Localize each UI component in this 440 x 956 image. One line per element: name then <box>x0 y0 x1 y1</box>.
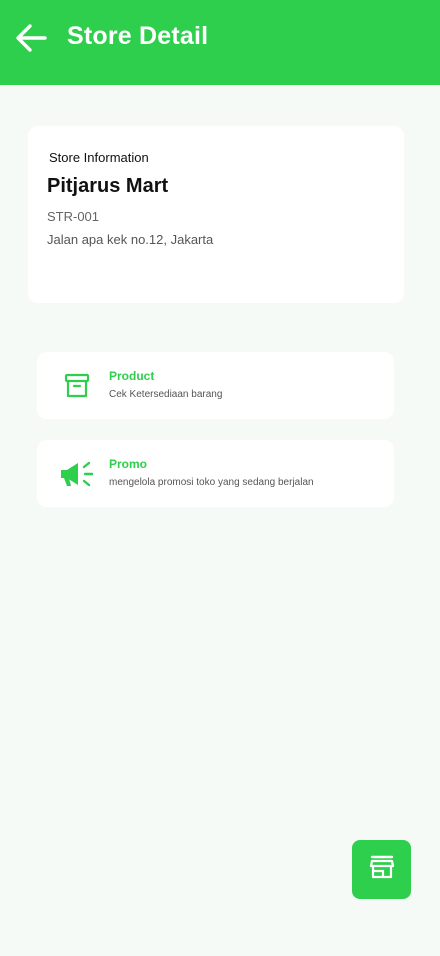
store-code: STR-001 <box>47 209 100 224</box>
store-icon <box>369 854 395 885</box>
page-title: Store Detail <box>67 22 209 50</box>
store-fab-button[interactable] <box>352 840 411 899</box>
menu-item-description: mengelola promosi toko yang sedang berja… <box>109 477 314 488</box>
menu-item-promo[interactable]: Promo mengelola promosi toko yang sedang… <box>37 440 394 507</box>
back-button[interactable] <box>11 20 51 60</box>
menu-item-title: Product <box>109 369 155 383</box>
archive-box-icon <box>57 368 97 404</box>
menu-item-title: Promo <box>109 457 148 471</box>
menu-item-product[interactable]: Product Cek Ketersediaan barang <box>37 352 394 419</box>
menu-item-description: Cek Ketersediaan barang <box>109 389 223 400</box>
store-info-label: Store Information <box>49 150 149 165</box>
arrow-left-icon <box>13 20 49 61</box>
app-bar: Store Detail <box>0 0 440 85</box>
store-info-card: Store Information Pitjarus Mart STR-001 … <box>28 126 404 303</box>
megaphone-icon <box>57 456 97 492</box>
store-name: Pitjarus Mart <box>47 175 169 197</box>
store-address: Jalan apa kek no.12, Jakarta <box>47 232 214 247</box>
